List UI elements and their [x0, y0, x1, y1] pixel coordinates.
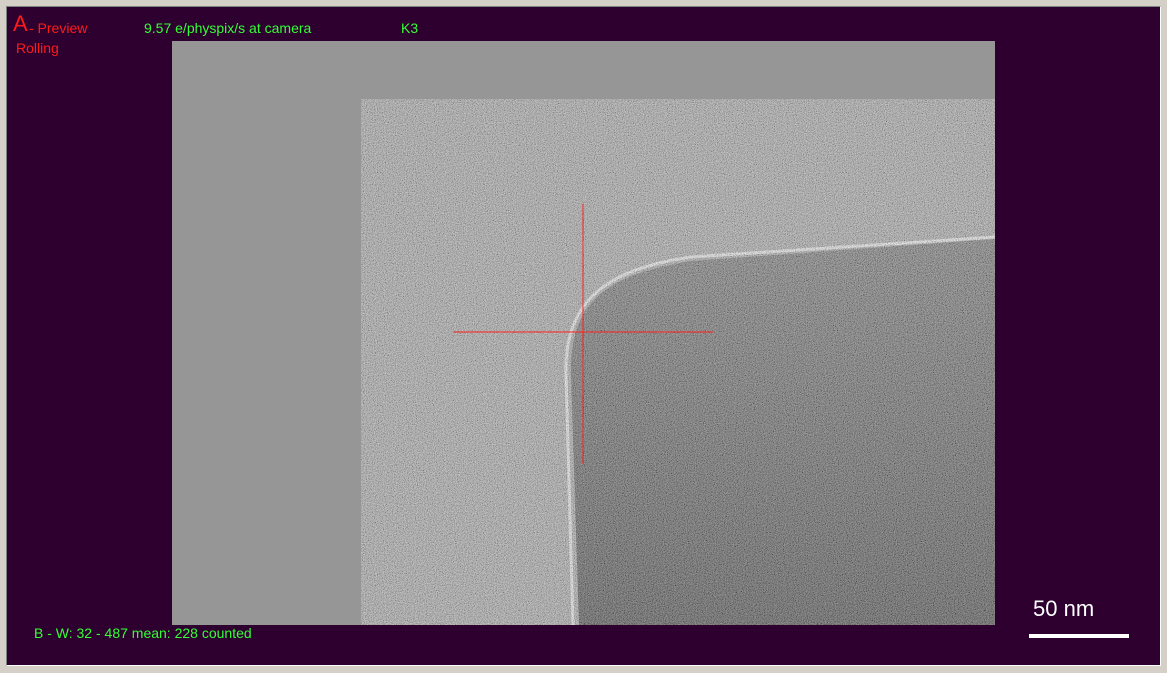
buffer-label: - Preview [29, 20, 88, 36]
scale-bar-label: 50 nm [1033, 596, 1095, 621]
micrograph-svg [361, 99, 995, 625]
acquisition-mode-label: Rolling [16, 40, 59, 56]
noise-texture [361, 99, 995, 625]
image-viewport[interactable]: A - Preview Rolling 9.57 e/physpix/s at … [6, 6, 1161, 666]
micrograph-image[interactable] [361, 99, 995, 625]
image-window: A - Preview Rolling 9.57 e/physpix/s at … [0, 0, 1167, 673]
scale-bar [1029, 634, 1129, 638]
buffer-letter: A [13, 11, 28, 36]
dose-rate-readout: 9.57 e/physpix/s at camera [144, 20, 312, 36]
camera-name: K3 [401, 20, 419, 36]
display-stats-readout: B - W: 32 - 487 mean: 228 counted [34, 625, 252, 641]
